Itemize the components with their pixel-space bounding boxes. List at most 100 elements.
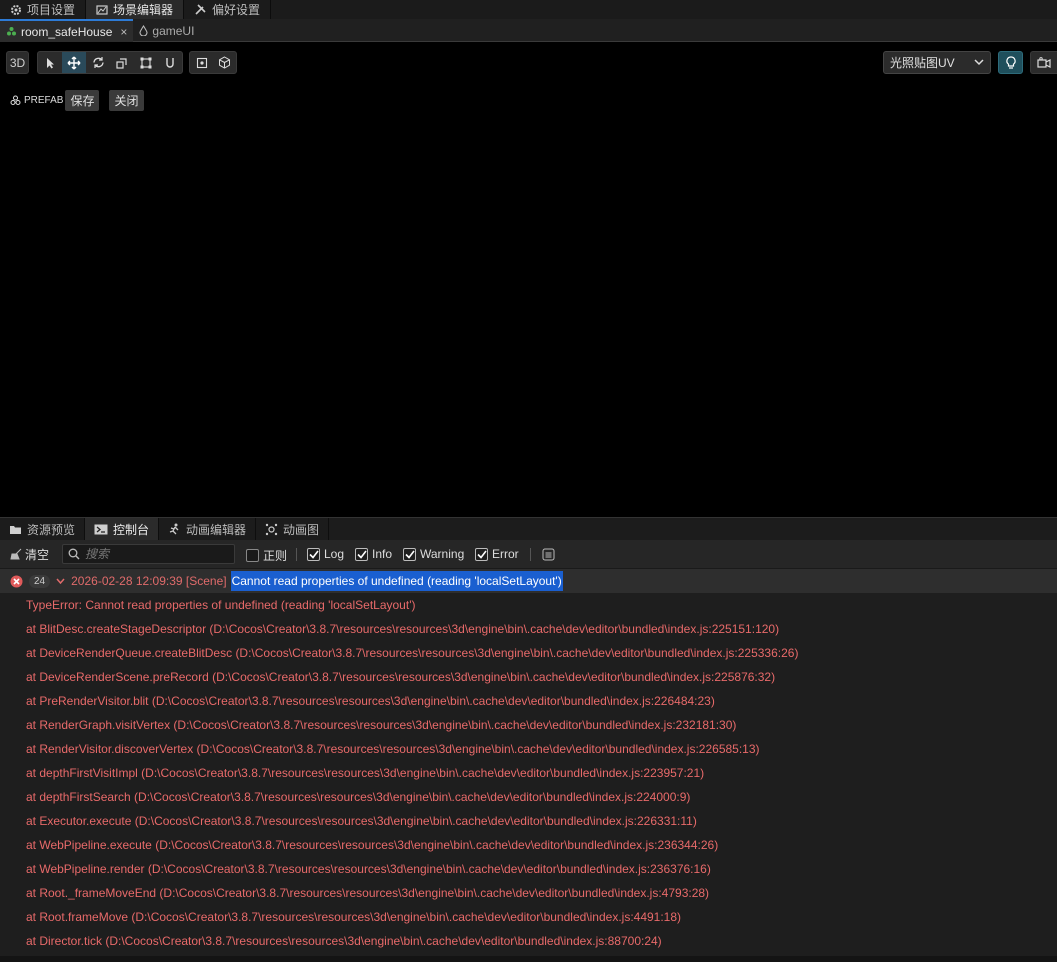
tab-console[interactable]: 控制台: [85, 518, 160, 540]
close-prefab-button[interactable]: 关闭: [109, 89, 144, 111]
tab-animation-graph[interactable]: 动画图: [256, 518, 330, 540]
collapse-list-icon[interactable]: [542, 548, 555, 561]
divider: [296, 548, 297, 561]
document-tab-bar: room_safeHouse × gameUI: [0, 19, 1057, 42]
stack-frame-line: at WebPipeline.render (D:\Cocos\Creator\…: [26, 862, 711, 876]
save-prefab-button[interactable]: 保存: [65, 89, 100, 111]
console-log-panel: 24 2026-02-28 12:09:39 [Scene] Cannot re…: [0, 569, 1057, 956]
lightbulb-icon: [1005, 55, 1017, 70]
tab-room-safehouse[interactable]: room_safeHouse ×: [0, 19, 134, 42]
select-value: 光照贴图UV: [890, 56, 955, 70]
pivot-toggle-button[interactable]: [190, 52, 213, 73]
stack-frame-line: at Root.frameMove (D:\Cocos\Creator\3.8.…: [26, 910, 682, 924]
clear-button[interactable]: 清空: [10, 546, 49, 563]
info-checkbox[interactable]: Info: [355, 547, 392, 561]
log-count-badge: 24: [29, 574, 51, 588]
error-icon: [10, 575, 23, 588]
check-icon: [355, 547, 368, 561]
move-arrows-icon: [67, 56, 81, 70]
tab-project-settings[interactable]: 项目设置: [0, 0, 87, 19]
tab-label: 控制台: [113, 522, 150, 537]
close-icon[interactable]: ×: [120, 25, 127, 39]
graph-icon: [265, 523, 278, 536]
prefab-icon: [6, 26, 17, 37]
stack-frame-line: at DeviceRenderScene.preRecord (D:\Cocos…: [26, 670, 776, 684]
scene-icon: [96, 4, 108, 16]
search-icon: [68, 548, 80, 560]
checkbox-label: Error: [492, 547, 519, 561]
log-timestamp: 2026-02-28 12:09:39 [Scene]: [71, 574, 227, 588]
regex-checkbox[interactable]: 正则: [246, 547, 287, 564]
checkbox-label: Info: [372, 547, 393, 561]
view-tool-group: [189, 51, 237, 74]
magnet-icon: [164, 57, 176, 69]
log-checkbox[interactable]: Log: [307, 547, 344, 561]
tab-gameui[interactable]: gameUI: [133, 19, 200, 42]
camera-settings-button[interactable]: [1030, 51, 1057, 74]
console-toolbar: 清空 正则 Log Info Warning Error: [0, 540, 1057, 569]
rect-tool-button[interactable]: [134, 52, 158, 73]
scale-tool-button[interactable]: [110, 52, 134, 73]
tab-label: 动画编辑器: [186, 522, 247, 537]
error-checkbox[interactable]: Error: [475, 547, 519, 561]
clear-label: 清空: [25, 547, 50, 562]
coordinate-toggle-button[interactable]: [213, 52, 236, 73]
tab-label: room_safeHouse: [21, 24, 113, 39]
lightmap-uv-select[interactable]: 光照贴图UV: [883, 51, 991, 74]
tab-animation-editor[interactable]: 动画编辑器: [159, 518, 257, 540]
stack-frame-line: at BlitDesc.createStageDescriptor (D:\Co…: [26, 622, 780, 636]
stack-frame-line: at depthFirstVisitImpl (D:\Cocos\Creator…: [26, 766, 705, 780]
prefab-icon: [10, 95, 21, 106]
camera-icon: [1037, 57, 1051, 68]
checkbox-label: Warning: [420, 547, 465, 561]
tab-scene-editor[interactable]: 场景编辑器: [86, 0, 185, 19]
drop-icon: [139, 25, 148, 36]
move-tool-button[interactable]: [62, 52, 86, 73]
lighting-toggle-button[interactable]: [998, 51, 1023, 74]
stack-frame-line: at Root._frameMoveEnd (D:\Cocos\Creator\…: [26, 886, 710, 900]
tab-label: 场景编辑器: [113, 3, 174, 17]
rotate-tool-button[interactable]: [86, 52, 110, 73]
check-icon: [403, 547, 416, 561]
tab-asset-preview[interactable]: 资源预览: [0, 518, 86, 540]
transform-tool-group: [37, 51, 183, 74]
stack-frame-line: at DeviceRenderQueue.createBlitDesc (D:\…: [26, 646, 799, 660]
divider: [530, 548, 531, 561]
stack-frame-line: at Director.tick (D:\Cocos\Creator\3.8.7…: [26, 934, 662, 948]
stack-frame-line: at Executor.execute (D:\Cocos\Creator\3.…: [26, 814, 697, 828]
tab-preferences[interactable]: 偏好设置: [184, 0, 272, 19]
select-tool-button[interactable]: [38, 52, 62, 73]
rect-transform-icon: [140, 57, 152, 69]
3d-label: 3D: [9, 55, 26, 70]
bottom-panel-tab-bar: 资源预览 控制台 动画编辑器 动画图: [0, 517, 1057, 540]
stack-frame-line: at depthFirstSearch (D:\Cocos\Creator\3.…: [26, 790, 691, 804]
tab-label: 项目设置: [27, 3, 76, 17]
error-type-line: TypeError: Cannot read properties of und…: [26, 598, 416, 612]
tab-label: gameUI: [152, 23, 195, 38]
warning-checkbox[interactable]: Warning: [403, 547, 464, 561]
checkbox-label: 正则: [263, 549, 288, 563]
snap-tool-button[interactable]: [158, 52, 182, 73]
search-input[interactable]: [85, 547, 225, 561]
running-icon: [168, 523, 181, 536]
pointer-icon: [44, 57, 56, 69]
prefab-text: PREFAB: [24, 94, 64, 106]
scale-icon: [116, 57, 128, 69]
check-icon: [307, 547, 320, 561]
chevron-down-icon: [974, 59, 984, 66]
cube-icon: [218, 56, 231, 69]
gear-icon: [10, 4, 22, 16]
log-entry-header[interactable]: 24 2026-02-28 12:09:39 [Scene] Cannot re…: [0, 569, 1057, 593]
chevron-down-icon[interactable]: [56, 578, 65, 584]
stack-frame-line: at RenderVisitor.discoverVertex (D:\Coco…: [26, 742, 760, 756]
rotate-icon: [92, 56, 105, 69]
console-search: [62, 544, 235, 564]
top-tab-bar: 项目设置 场景编辑器 偏好设置: [0, 0, 1057, 19]
stack-trace: TypeError: Cannot read properties of und…: [0, 593, 1057, 953]
stack-frame-line: at PreRenderVisitor.blit (D:\Cocos\Creat…: [26, 694, 715, 708]
status-strip: [0, 956, 1057, 962]
prefab-edit-bar: PREFAB 保存 关闭: [10, 89, 144, 111]
3d-toggle-button[interactable]: 3D: [6, 51, 29, 74]
prefab-mode-label: PREFAB: [10, 95, 63, 106]
log-message[interactable]: Cannot read properties of undefined (rea…: [230, 571, 563, 591]
